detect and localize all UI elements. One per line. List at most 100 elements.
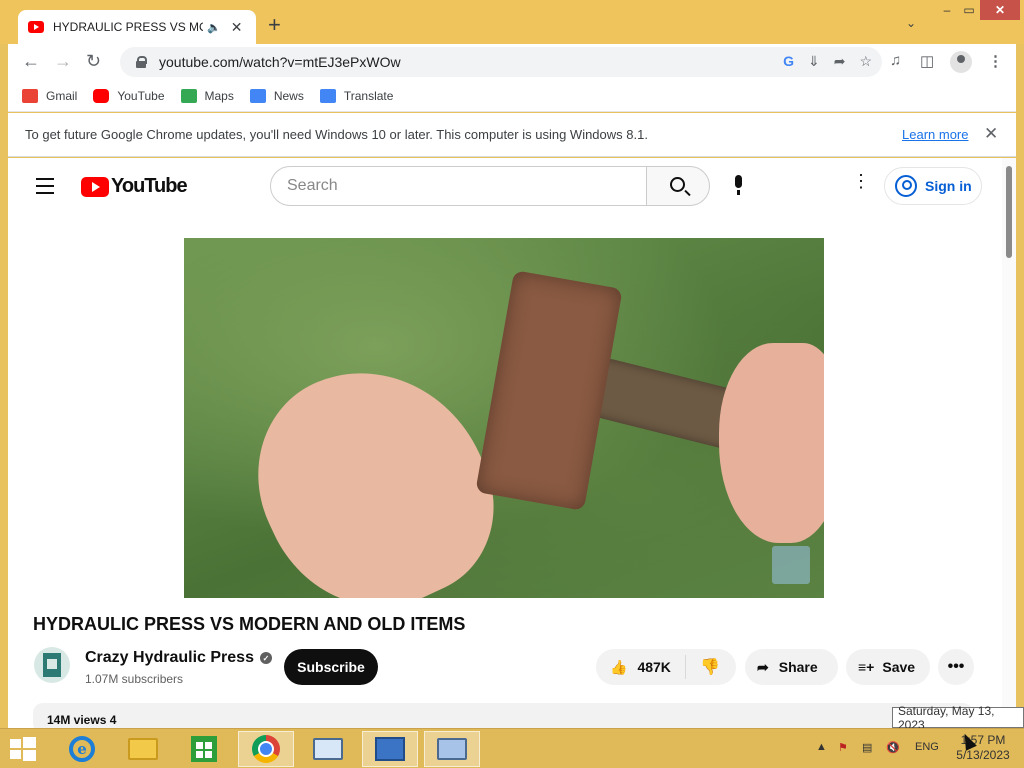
window-minimize-button[interactable]: – <box>936 0 958 20</box>
search-input[interactable]: Search <box>270 166 647 206</box>
remote-desktop-icon[interactable] <box>362 731 418 767</box>
clock-date: 5/13/2023 <box>956 748 1010 762</box>
channel-name-text: Crazy Hydraulic Press <box>85 649 254 666</box>
internet-explorer-icon[interactable]: e <box>54 731 110 767</box>
address-bar[interactable]: youtube.com/watch?v=mtEJ3ePxWOw G ⇓ ➦ ☆ <box>120 47 882 77</box>
search-placeholder: Search <box>287 177 338 194</box>
tab-close-icon[interactable]: ✕ <box>231 19 243 36</box>
youtube-page: YouTube Search ⋮ Sign in HYDRAULIC PRESS… <box>8 158 1016 728</box>
reload-button[interactable]: ↻ <box>86 51 101 71</box>
store-icon[interactable] <box>176 731 232 767</box>
bookmark-label: Gmail <box>46 88 78 103</box>
bookmark-translate[interactable]: Translate <box>319 88 394 103</box>
file-explorer-icon[interactable] <box>115 731 171 767</box>
video-frame-hand <box>719 343 824 543</box>
learn-more-link[interactable]: Learn more <box>902 127 968 142</box>
bookmark-star-icon[interactable]: ☆ <box>859 53 872 70</box>
description-box[interactable]: 14M views 4 <box>33 703 973 728</box>
window-maximize-button[interactable]: ▭ <box>958 0 980 20</box>
chrome-titlebar: HYDRAULIC PRESS VS MODE 🔈 ✕ + ⌄ – ▭ ✕ <box>0 0 1024 44</box>
start-button[interactable] <box>10 737 36 761</box>
tray-overflow-chevron-icon[interactable]: ▲ <box>816 741 827 753</box>
new-tab-button[interactable]: + <box>268 14 281 36</box>
sign-in-label: Sign in <box>925 178 972 194</box>
youtube-favicon-icon <box>28 21 44 33</box>
thumbs-down-icon: 👎 <box>700 659 720 676</box>
like-dislike-group: 👍 487K 👎 <box>596 649 736 685</box>
lock-icon[interactable] <box>136 56 147 68</box>
dislike-button[interactable]: 👎 <box>686 657 720 677</box>
back-button[interactable]: ← <box>22 51 40 71</box>
search-button[interactable] <box>646 166 710 206</box>
channel-avatar[interactable] <box>34 647 70 683</box>
settings-more-icon[interactable]: ⋮ <box>852 172 870 190</box>
playlist-add-icon: ≡+ <box>858 659 875 675</box>
browser-tab-active[interactable]: HYDRAULIC PRESS VS MODE 🔈 ✕ <box>18 10 256 44</box>
page-scrollbar[interactable] <box>1002 158 1016 728</box>
bookmark-gmail[interactable]: Gmail <box>22 88 78 103</box>
channel-name[interactable]: Crazy Hydraulic Press ✓ <box>85 649 272 667</box>
tab-search-chevron-icon[interactable]: ⌄ <box>906 16 916 30</box>
thumbs-up-icon: 👍 <box>610 658 628 675</box>
bookmark-label: Translate <box>343 88 394 103</box>
forward-button[interactable]: → <box>54 51 72 71</box>
side-panel-icon[interactable]: ◫ <box>920 52 934 70</box>
infobar-message: To get future Google Chrome updates, you… <box>25 127 648 142</box>
google-lens-icon[interactable]: G <box>783 53 794 70</box>
date-tooltip: Saturday, May 13, 2023 <box>892 704 1024 732</box>
youtube-logo[interactable]: YouTube <box>81 175 188 198</box>
chrome-icon[interactable] <box>238 731 294 767</box>
browser-toolbar: ← → ↻ youtube.com/watch?v=mtEJ3ePxWOw G … <box>8 44 1016 80</box>
url-text[interactable]: youtube.com/watch?v=mtEJ3ePxWOw <box>159 54 401 70</box>
bookmark-maps[interactable]: Maps <box>180 88 234 103</box>
desktop-icon[interactable] <box>300 731 356 767</box>
verified-badge-icon: ✓ <box>259 652 272 664</box>
video-title: HYDRAULIC PRESS VS MODERN AND OLD ITEMS <box>33 614 466 634</box>
action-center-flag-icon[interactable]: ⚑ <box>838 741 848 754</box>
infobar-close-icon[interactable]: ✕ <box>984 124 998 144</box>
translate-icon <box>319 88 336 103</box>
profile-avatar-icon[interactable] <box>950 51 972 73</box>
more-actions-button[interactable]: ••• <box>938 649 974 685</box>
video-player[interactable] <box>184 238 824 598</box>
youtube-logo-icon <box>81 176 109 197</box>
chrome-menu-icon[interactable]: ⋮ <box>988 52 1003 70</box>
save-button[interactable]: ≡+ Save <box>846 649 930 685</box>
account-icon <box>895 175 917 197</box>
channel-watermark-icon[interactable] <box>772 546 810 584</box>
microphone-icon[interactable] <box>732 175 744 197</box>
share-button[interactable]: ➦ Share <box>745 649 838 685</box>
window-close-button[interactable]: ✕ <box>980 0 1020 20</box>
maps-icon <box>180 88 197 103</box>
bookmark-label: Maps <box>204 88 234 103</box>
bookmark-label: YouTube <box>117 88 165 103</box>
bookmarks-bar: Gmail YouTube Maps News Translate <box>8 80 1016 112</box>
video-frame-hammer-head <box>475 270 623 511</box>
share-label: Share <box>778 659 818 675</box>
speaker-icon[interactable]: 🔈 <box>207 21 221 34</box>
news-icon <box>249 88 266 103</box>
hamburger-menu-icon[interactable] <box>36 178 54 199</box>
keyboard-settings-icon[interactable] <box>424 731 480 767</box>
tab-title: HYDRAULIC PRESS VS MODE <box>53 20 203 34</box>
sign-in-button[interactable]: Sign in <box>884 167 982 205</box>
media-controls-icon[interactable]: ♫ <box>890 52 901 69</box>
subscribe-button[interactable]: Subscribe <box>284 649 378 685</box>
install-icon[interactable]: ⇓ <box>808 53 820 70</box>
like-button[interactable]: 👍 487K <box>596 655 686 679</box>
youtube-logo-text: YouTube <box>111 175 188 197</box>
search-icon <box>670 177 685 192</box>
bookmark-news[interactable]: News <box>249 88 304 103</box>
network-icon[interactable]: ▤ <box>862 741 872 754</box>
share-arrow-icon: ➦ <box>757 658 769 675</box>
bookmark-youtube[interactable]: YouTube <box>93 88 165 103</box>
gmail-icon <box>22 88 38 103</box>
volume-muted-icon[interactable]: 🔇 <box>886 741 900 754</box>
scrollbar-thumb[interactable] <box>1006 166 1012 258</box>
windows-taskbar: e ▲ ⚑ ▤ 🔇 ENG 1:57 PM 5/13/2023 <box>0 728 1024 768</box>
language-indicator[interactable]: ENG <box>915 741 939 753</box>
view-count-preview: 14M views 4 <box>47 713 117 727</box>
save-label: Save <box>882 659 916 675</box>
share-icon[interactable]: ➦ <box>834 53 846 70</box>
bookmark-label: News <box>273 88 304 103</box>
